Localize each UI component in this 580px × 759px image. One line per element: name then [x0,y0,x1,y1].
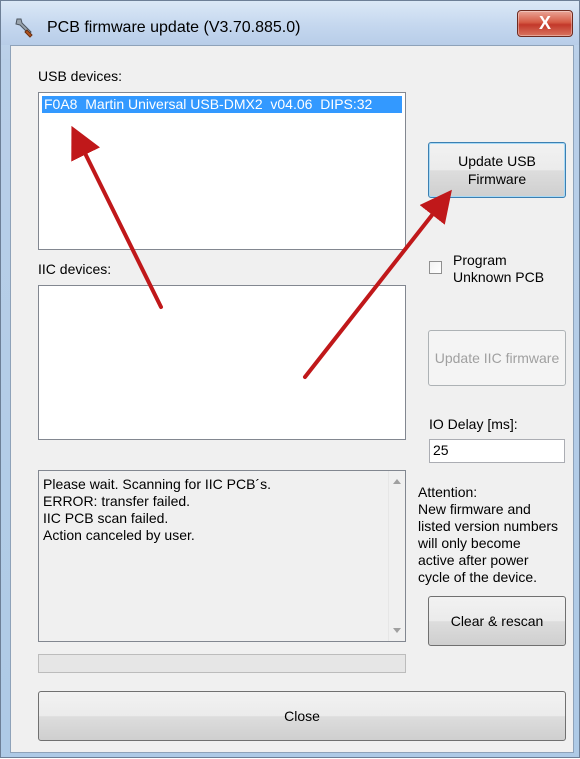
scroll-up-arrow-icon[interactable] [393,479,401,484]
update-usb-label-line1: Update USB [458,153,536,169]
attention-line: Attention: [418,484,478,500]
attention-line: cycle of the device. [418,569,538,585]
program-unknown-label-line2: Unknown PCB [453,269,545,285]
status-log[interactable]: Please wait. Scanning for IIC PCB´s. ERR… [38,470,406,642]
attention-line: active after power [418,552,529,568]
app-window: PCB firmware update (V3.70.885.0) X USB … [0,0,580,758]
title-bar[interactable]: PCB firmware update (V3.70.885.0) X [1,1,579,45]
program-unknown-label-line1: Program [453,252,507,268]
close-button[interactable]: Close [38,691,566,741]
usb-devices-label: USB devices: [38,68,123,84]
update-iic-firmware-button[interactable]: Update IIC firmware [428,330,566,386]
log-scrollbar[interactable] [388,471,405,641]
update-usb-firmware-button[interactable]: Update USB Firmware [428,142,566,198]
iic-devices-label: IIC devices: [38,261,112,277]
program-unknown-pcb-checkbox[interactable] [429,261,442,274]
window-title: PCB firmware update (V3.70.885.0) [47,19,301,36]
attention-line: New firmware and [418,501,531,517]
log-line: IIC PCB scan failed. [43,510,169,526]
usb-device-item[interactable]: F0A8 Martin Universal USB-DMX2 v04.06 DI… [41,95,403,114]
wrench-icon [15,18,33,38]
log-line: ERROR: transfer failed. [43,493,191,509]
io-delay-label: IO Delay [ms]: [429,416,518,432]
attention-line: will only become [418,535,521,551]
clear-rescan-button[interactable]: Clear & rescan [428,596,566,646]
usb-devices-list[interactable]: F0A8 Martin Universal USB-DMX2 v04.06 DI… [38,92,406,250]
close-window-button[interactable]: X [517,10,573,37]
dialog-client-area: USB devices: F0A8 Martin Universal USB-D… [10,45,574,753]
log-line: Please wait. Scanning for IIC PCB´s. [43,476,271,492]
attention-line: listed version numbers [418,518,559,534]
io-delay-input[interactable]: 25 [429,439,565,463]
attention-note: Attention: New firmware and listed versi… [418,484,558,586]
scroll-down-arrow-icon[interactable] [393,628,401,633]
update-usb-label-line2: Firmware [467,171,527,187]
progress-bar [38,654,406,673]
log-line: Action canceled by user. [43,527,195,543]
iic-devices-list[interactable] [38,285,406,440]
